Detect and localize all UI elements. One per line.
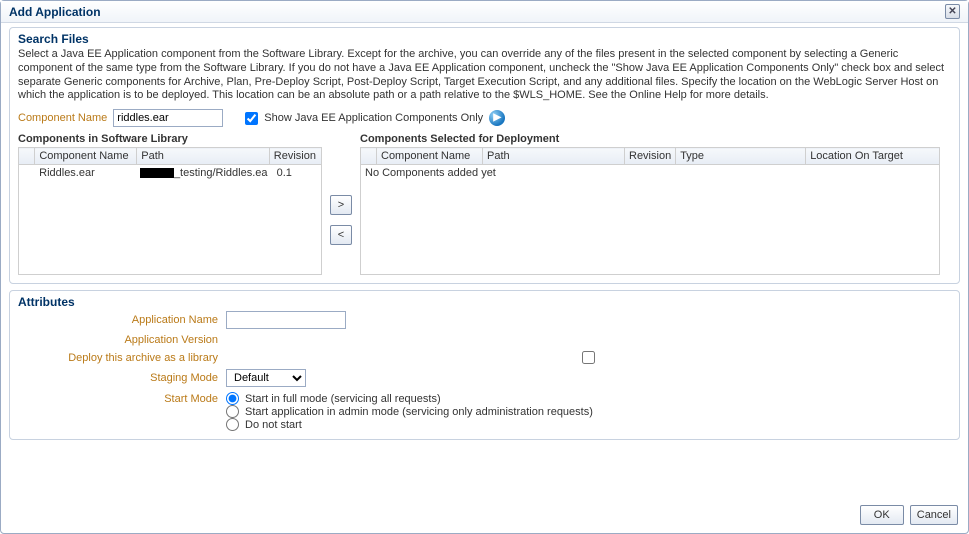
deployment-empty-text: No Components added yet	[361, 165, 939, 181]
col-type[interactable]: Type	[676, 148, 806, 165]
component-name-label: Component Name	[18, 112, 107, 124]
start-mode-admin-label: Start application in admin mode (servici…	[245, 406, 593, 418]
deployment-table-body[interactable]: No Components added yet	[360, 165, 940, 275]
start-mode-full-radio[interactable]	[226, 392, 239, 405]
start-mode-group: Start in full mode (servicing all reques…	[226, 392, 951, 431]
start-mode-none-radio[interactable]	[226, 418, 239, 431]
component-name-input[interactable]	[113, 109, 223, 127]
cancel-button[interactable]: Cancel	[910, 505, 958, 525]
library-table-wrap: Components in Software Library Component…	[18, 131, 322, 275]
application-version-label: Application Version	[124, 334, 218, 346]
row-selector-header[interactable]	[19, 148, 35, 165]
start-mode-full-label: Start in full mode (servicing all reques…	[245, 393, 441, 405]
row-selector-header[interactable]	[361, 148, 377, 165]
dialog-title: Add Application	[9, 1, 101, 23]
search-files-title: Search Files	[18, 32, 951, 46]
staging-mode-label: Staging Mode	[150, 372, 218, 384]
cell-rev: 0.1	[273, 165, 321, 181]
show-java-ee-only-label: Show Java EE Application Components Only	[264, 112, 483, 124]
application-name-label: Application Name	[132, 314, 218, 326]
start-mode-label: Start Mode	[164, 392, 218, 405]
deploy-as-library-label: Deploy this archive as a library	[68, 352, 218, 364]
application-name-input[interactable]	[226, 311, 346, 329]
start-mode-none-row: Do not start	[226, 418, 951, 431]
close-icon[interactable]: ✕	[945, 4, 960, 19]
col-path[interactable]: Path	[483, 148, 625, 165]
attributes-title: Attributes	[18, 295, 951, 309]
start-mode-full-row: Start in full mode (servicing all reques…	[226, 392, 951, 405]
go-search-icon[interactable]: ▶	[489, 110, 505, 126]
cell-name: Riddles.ear	[35, 165, 136, 181]
table-header-row: Component Name Path Revision Type Locati…	[361, 148, 940, 165]
deploy-as-library-checkbox[interactable]	[226, 351, 951, 364]
start-mode-none-label: Do not start	[245, 419, 302, 431]
col-location[interactable]: Location On Target	[806, 148, 940, 165]
start-mode-admin-row: Start application in admin mode (servici…	[226, 405, 951, 418]
cell-path: _testing/Riddles.ea	[136, 165, 273, 181]
start-mode-admin-radio[interactable]	[226, 405, 239, 418]
col-component-name[interactable]: Component Name	[35, 148, 137, 165]
ok-button[interactable]: OK	[860, 505, 904, 525]
move-left-button[interactable]: <	[330, 225, 352, 245]
search-files-help: Select a Java EE Application component f…	[18, 48, 951, 103]
attributes-grid: Application Name Application Version Dep…	[18, 311, 951, 431]
redacted-path-prefix	[140, 168, 174, 178]
tables-row: Components in Software Library Component…	[18, 131, 951, 275]
dialog-header: Add Application ✕	[1, 1, 968, 23]
move-buttons: > <	[330, 131, 352, 275]
col-revision[interactable]: Revision	[269, 148, 321, 165]
dialog-footer: OK Cancel	[860, 505, 958, 525]
staging-mode-select[interactable]: Default	[226, 369, 306, 387]
col-path[interactable]: Path	[137, 148, 270, 165]
deployment-table-title: Components Selected for Deployment	[360, 133, 940, 145]
library-table-title: Components in Software Library	[18, 133, 322, 145]
deployment-table-wrap: Components Selected for Deployment Compo…	[360, 131, 940, 275]
col-revision[interactable]: Revision	[625, 148, 676, 165]
deployment-table: Component Name Path Revision Type Locati…	[360, 147, 940, 165]
move-right-button[interactable]: >	[330, 195, 352, 215]
show-java-ee-only-checkbox[interactable]	[245, 112, 258, 125]
table-row[interactable]: Riddles.ear _testing/Riddles.ea 0.1	[19, 165, 321, 181]
component-name-row: Component Name Show Java EE Application …	[18, 109, 951, 127]
library-table: Component Name Path Revision	[18, 147, 322, 165]
library-table-body[interactable]: Riddles.ear _testing/Riddles.ea 0.1	[18, 165, 322, 275]
table-header-row: Component Name Path Revision	[19, 148, 322, 165]
attributes-section: Attributes Application Name Application …	[9, 290, 960, 440]
col-component-name[interactable]: Component Name	[377, 148, 483, 165]
search-files-section: Search Files Select a Java EE Applicatio…	[9, 27, 960, 284]
